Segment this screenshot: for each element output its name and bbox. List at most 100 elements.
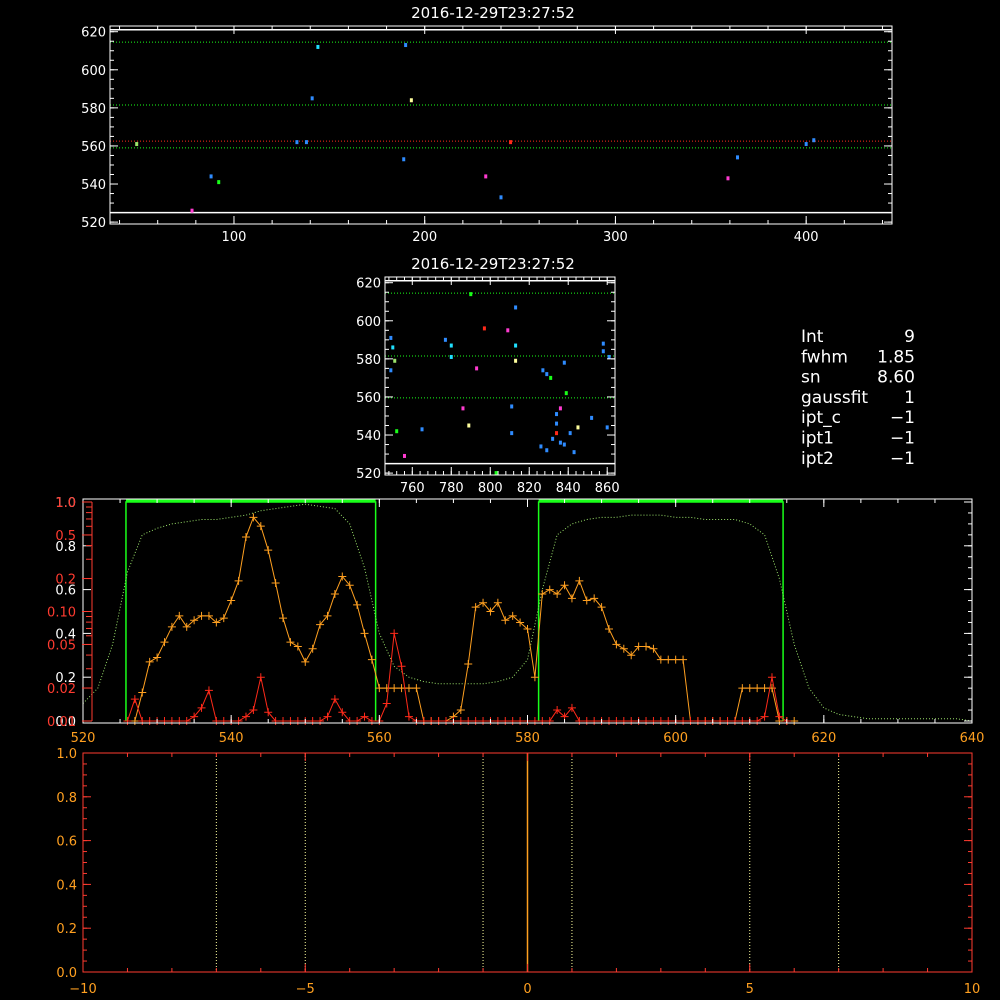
spectrum-panel: 520 540 560 580 600 620 6400.00.20.40.60.81.00… <box>47 496 984 746</box>
orange-series-marker <box>575 576 584 585</box>
red-series-marker <box>138 717 147 725</box>
red-series-marker <box>649 717 658 725</box>
x-tick-label: −5 <box>296 982 315 997</box>
top-panel-points <box>135 43 816 213</box>
info-panel: Int 9 fwhm 1.85 sn 8.60 gaussfit 1 ipt_c −1 ipt1 −1… <box>801 327 915 469</box>
orange-series-marker <box>760 684 769 693</box>
data-point <box>555 431 559 436</box>
filter-curve-line <box>82 503 973 722</box>
red-series-marker <box>404 712 413 721</box>
data-point <box>736 155 740 160</box>
info-label: ipt2 <box>801 449 834 469</box>
orange-series-marker <box>679 655 688 664</box>
red-log-tick-label: 0.02 <box>47 682 76 697</box>
x-tick-label: 100 <box>222 230 247 245</box>
y-tick-label: 580 <box>81 102 106 117</box>
red-series-marker <box>360 712 369 721</box>
data-point <box>590 415 594 420</box>
data-point <box>549 375 553 380</box>
data-point <box>475 366 479 371</box>
red-series-marker <box>619 717 628 725</box>
red-series-marker <box>701 717 710 725</box>
red-series-line <box>126 633 788 722</box>
y-tick-label: 0.8 <box>56 791 77 806</box>
orange-series-marker <box>367 655 376 664</box>
y-tick-label: 1.0 <box>56 747 77 762</box>
y-tick-label: 0.6 <box>56 835 77 850</box>
orange-series-marker <box>604 625 613 634</box>
orange-series-marker <box>301 657 310 666</box>
filter-curve <box>82 503 973 722</box>
red-log-tick-label: 0.10 <box>47 606 76 621</box>
data-point <box>506 328 510 333</box>
red-series-marker <box>501 717 510 725</box>
bottom-panel-axes: −10 −5 0 5 10 0.0 0.2 0.4 0.6 0.8 1.0 <box>56 747 980 997</box>
data-point <box>404 43 408 48</box>
red-series-marker <box>427 717 436 725</box>
data-point <box>402 157 406 162</box>
orange-series-marker <box>145 657 154 666</box>
top-panel-frame <box>109 25 893 225</box>
red-series <box>123 629 791 725</box>
red-series-marker <box>590 717 599 725</box>
info-value: −1 <box>890 408 915 428</box>
bottom-panel: −10 −5 0 5 10 0.0 0.2 0.4 0.6 0.8 1.0 <box>56 747 980 997</box>
orange-series-marker <box>745 684 754 693</box>
y-tick-label: 580 <box>356 353 381 368</box>
data-point <box>190 208 194 213</box>
red-series-marker <box>716 717 725 725</box>
red-series-marker <box>575 717 584 725</box>
data-point <box>601 341 605 346</box>
red-series-marker <box>219 717 228 725</box>
red-series-marker <box>686 717 695 725</box>
middle-panel-title: 2016-12-29T23:27:52 <box>411 255 575 273</box>
red-series-marker <box>753 717 762 725</box>
data-point <box>402 453 406 458</box>
orange-series-marker <box>738 684 747 693</box>
info-label: ipt_c <box>801 408 841 428</box>
data-point <box>461 406 465 411</box>
y-tick-label: 0.4 <box>56 878 77 893</box>
data-point <box>558 440 562 445</box>
orange-series-marker <box>656 655 665 664</box>
red-series-marker <box>367 717 376 725</box>
data-point <box>393 358 397 363</box>
y-tick-label: 560 <box>81 140 106 155</box>
orange-series-marker <box>471 603 480 612</box>
data-point <box>395 429 399 434</box>
x-tick-label: 10 <box>964 982 981 997</box>
orange-series-marker <box>197 611 206 620</box>
red-series-marker <box>723 717 732 725</box>
info-value: 1.85 <box>877 347 915 367</box>
red-series-marker <box>145 717 154 725</box>
orange-series-marker <box>538 589 547 598</box>
red-series-marker <box>627 717 636 725</box>
x-tick-label: 860 <box>595 481 620 496</box>
data-point <box>310 96 314 101</box>
x-tick-label: 5 <box>746 982 754 997</box>
data-point <box>576 425 580 430</box>
x-tick-label: 840 <box>556 481 581 496</box>
red-series-marker <box>760 712 769 721</box>
data-point <box>539 444 543 449</box>
red-series-marker <box>204 686 213 695</box>
data-point <box>484 174 488 179</box>
red-series-marker <box>353 717 362 725</box>
orange-series-marker <box>279 614 288 623</box>
red-series-marker <box>642 717 651 725</box>
spectrum-panel-axes: 520 540 560 580 600 620 6400.00.20.40.60.81.00… <box>47 496 984 746</box>
x-tick-label: 540 <box>219 731 244 746</box>
orange-series-marker <box>375 684 384 693</box>
orange-series-marker <box>175 611 184 620</box>
red-log-tick-label: 0.5 <box>55 529 76 544</box>
red-series-marker <box>464 717 473 725</box>
data-point <box>135 142 139 147</box>
figure-canvas: 2016-12-29T23:27:52 100 200 300 40052054056… <box>47 4 984 997</box>
red-series-marker <box>471 717 480 725</box>
data-point <box>391 345 395 350</box>
red-series-marker <box>538 717 547 725</box>
top-panel-title: 2016-12-29T23:27:52 <box>411 4 575 22</box>
x-tick-label: 820 <box>517 481 542 496</box>
data-point <box>555 421 559 426</box>
y-tick-label: 520 <box>356 467 381 482</box>
